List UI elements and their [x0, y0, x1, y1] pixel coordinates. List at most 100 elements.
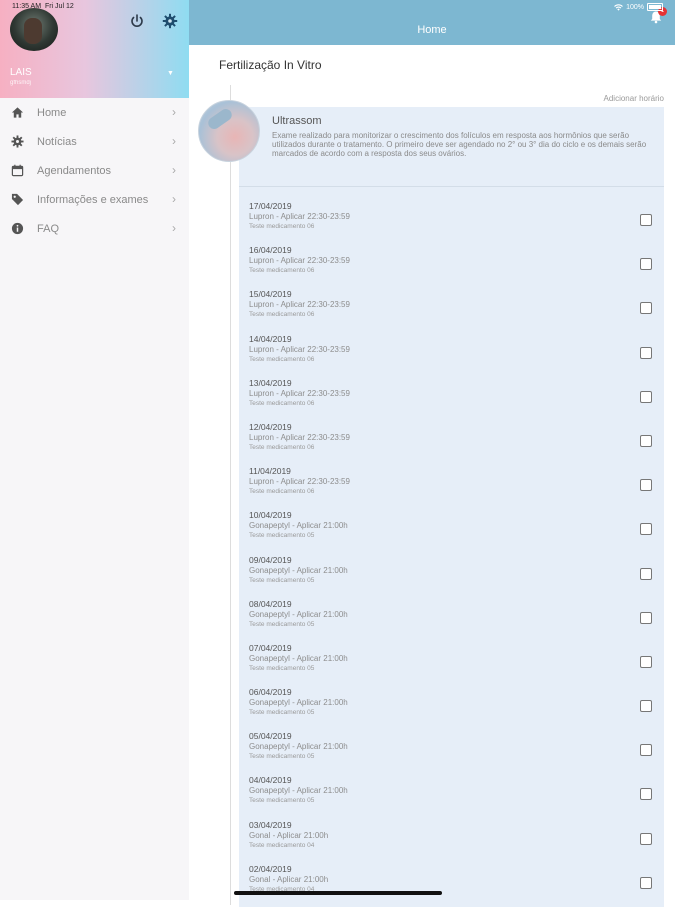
- sidebar-item-label: Notícias: [37, 136, 77, 148]
- sidebar-item-label: Agendamentos: [37, 165, 111, 177]
- list-item: 14/04/2019 Lupron - Aplicar 22:30-23:59 Te…: [249, 334, 659, 378]
- entry-note: Teste medicamento 06: [249, 443, 315, 451]
- entry-checkbox[interactable]: [640, 346, 652, 359]
- entry-note: Teste medicamento 05: [249, 532, 315, 540]
- avatar[interactable]: [10, 8, 58, 51]
- list-item: 06/04/2019 Gonapeptyl - Aplicar 21:00h Tes…: [249, 687, 659, 731]
- entry-checkbox[interactable]: [640, 523, 652, 536]
- entry-note: Teste medicamento 06: [249, 311, 315, 319]
- entry-medication: Lupron - Aplicar 22:30-23:59: [249, 388, 350, 398]
- entry-note: Teste medicamento 05: [249, 753, 315, 761]
- status-date: Fri Jul 12: [44, 3, 74, 10]
- entry-note: Teste medicamento 05: [249, 797, 315, 805]
- chevron-right-icon: ›: [172, 163, 176, 177]
- entry-checkbox[interactable]: [640, 479, 652, 492]
- entry-checkbox[interactable]: [640, 611, 652, 624]
- list-item: 04/04/2019 Gonapeptyl - Aplicar 21:00h Tes…: [249, 775, 659, 819]
- entry-date: 09/04/2019: [249, 554, 292, 565]
- list-item: 11/04/2019 Lupron - Aplicar 22:30-23:59 Te…: [249, 466, 659, 510]
- entry-checkbox[interactable]: [640, 434, 652, 447]
- entry-checkbox[interactable]: [640, 832, 652, 845]
- entry-medication: Lupron - Aplicar 22:30-23:59: [249, 256, 350, 266]
- list-item: 17/04/2019 Lupron - Aplicar 22:30-23:59 Te…: [249, 201, 659, 245]
- sidebar-item-informacoes-exames[interactable]: Informações e exames ›: [0, 185, 189, 214]
- list-item: 12/04/2019 Lupron - Aplicar 22:30-23:59 Te…: [249, 422, 659, 466]
- home-icon: [11, 107, 24, 118]
- list-item: 07/04/2019 Gonapeptyl - Aplicar 21:00h Tes…: [249, 643, 659, 687]
- battery-percent: 100%: [626, 3, 644, 11]
- entry-date: 07/04/2019: [249, 642, 292, 653]
- list-item: 16/04/2019 Lupron - Aplicar 22:30-23:59 Te…: [249, 245, 659, 289]
- entry-date: 05/04/2019: [249, 731, 292, 742]
- entry-note: Teste medicamento 04: [249, 841, 315, 849]
- main-content: Fertilização In Vitro Adicionar horário …: [189, 45, 675, 907]
- status-bar: 11:35 AM Fri Jul 12 100%: [0, 0, 675, 14]
- entry-date: 06/04/2019: [249, 687, 292, 698]
- status-right: 100%: [614, 3, 663, 11]
- entry-date: 08/04/2019: [249, 598, 292, 609]
- entry-note: Teste medicamento 06: [249, 223, 315, 230]
- entry-medication: Gonapeptyl - Aplicar 21:00h: [249, 742, 348, 752]
- sidebar-item-label: Informações e exames: [37, 194, 149, 206]
- entry-checkbox[interactable]: [640, 258, 652, 271]
- news-icon: [11, 135, 24, 148]
- entry-checkbox[interactable]: [640, 214, 652, 226]
- sidebar-item-agendamentos[interactable]: Agendamentos ›: [0, 156, 189, 185]
- entry-date: 12/04/2019: [249, 421, 292, 432]
- entry-medication: Gonapeptyl - Aplicar 21:00h: [249, 565, 348, 575]
- chevron-right-icon: ›: [172, 221, 176, 235]
- calendar-icon: [11, 164, 24, 177]
- entry-checkbox[interactable]: [640, 876, 652, 889]
- power-icon[interactable]: [129, 13, 145, 29]
- entry-date: 02/04/2019: [249, 863, 292, 874]
- sidebar-item-home[interactable]: Home ›: [0, 98, 189, 127]
- sidebar-item-noticias[interactable]: Notícias ›: [0, 127, 189, 156]
- add-time-link[interactable]: Adicionar horário: [604, 94, 664, 103]
- entry-date: 04/04/2019: [249, 775, 292, 786]
- user-subtitle: gfhsmdj: [10, 80, 32, 86]
- entry-note: Teste medicamento 06: [249, 399, 315, 407]
- timeline-line: [230, 85, 231, 905]
- list-item: 05/04/2019 Gonapeptyl - Aplicar 21:00h Tes…: [249, 731, 659, 775]
- entry-medication: Gonapeptyl - Aplicar 21:00h: [249, 698, 348, 708]
- wifi-icon: [614, 3, 623, 11]
- entry-checkbox[interactable]: [640, 788, 652, 801]
- battery-icon: [647, 3, 663, 11]
- info-icon: [11, 222, 24, 235]
- entry-checkbox[interactable]: [640, 744, 652, 757]
- sidebar-menu: Home › Notícias › Agendamentos › Informa…: [0, 98, 189, 243]
- entry-note: Teste medicamento 05: [249, 664, 315, 672]
- entry-checkbox[interactable]: [640, 567, 652, 580]
- status-time-date: 11:35 AM Fri Jul 12: [12, 3, 74, 10]
- home-indicator: [234, 891, 442, 895]
- list-item: 08/04/2019 Gonapeptyl - Aplicar 21:00h Tes…: [249, 599, 659, 643]
- entry-date: 17/04/2019: [249, 201, 292, 211]
- entry-medication: Lupron - Aplicar 22:30-23:59: [249, 432, 350, 442]
- card-divider: [239, 186, 664, 187]
- entry-medication: Lupron - Aplicar 22:30-23:59: [249, 477, 350, 487]
- user-dropdown-icon[interactable]: ▼: [167, 70, 174, 77]
- entry-checkbox[interactable]: [640, 302, 652, 315]
- list-item: 15/04/2019 Lupron - Aplicar 22:30-23:59 Te…: [249, 289, 659, 333]
- entry-medication: Lupron - Aplicar 22:30-23:59: [249, 344, 350, 354]
- entry-medication: Lupron - Aplicar 22:30-23:59: [249, 300, 350, 310]
- sidebar-item-faq[interactable]: FAQ ›: [0, 214, 189, 243]
- tag-icon: [11, 193, 24, 206]
- entry-medication: Gonapeptyl - Aplicar 21:00h: [249, 521, 348, 531]
- card-description: Exame realizado para monitorizar o cresc…: [272, 131, 647, 158]
- user-name: LAIS: [10, 67, 32, 78]
- entry-date: 16/04/2019: [249, 245, 292, 256]
- list-item: 09/04/2019 Gonapeptyl - Aplicar 21:00h Tes…: [249, 555, 659, 599]
- entry-checkbox[interactable]: [640, 390, 652, 403]
- list-item: 13/04/2019 Lupron - Aplicar 22:30-23:59 Te…: [249, 378, 659, 422]
- gear-icon[interactable]: [162, 13, 178, 29]
- entry-checkbox[interactable]: [640, 700, 652, 713]
- sidebar-header: LAIS gfhsmdj ▼: [0, 0, 189, 98]
- sidebar-item-label: FAQ: [37, 223, 60, 235]
- entry-checkbox[interactable]: [640, 655, 652, 668]
- status-time: 11:35 AM: [12, 3, 42, 10]
- chevron-right-icon: ›: [172, 105, 176, 119]
- entry-date: 13/04/2019: [249, 377, 292, 388]
- entry-medication: Gonapeptyl - Aplicar 21:00h: [249, 609, 348, 619]
- entry-date: 11/04/2019: [249, 466, 291, 477]
